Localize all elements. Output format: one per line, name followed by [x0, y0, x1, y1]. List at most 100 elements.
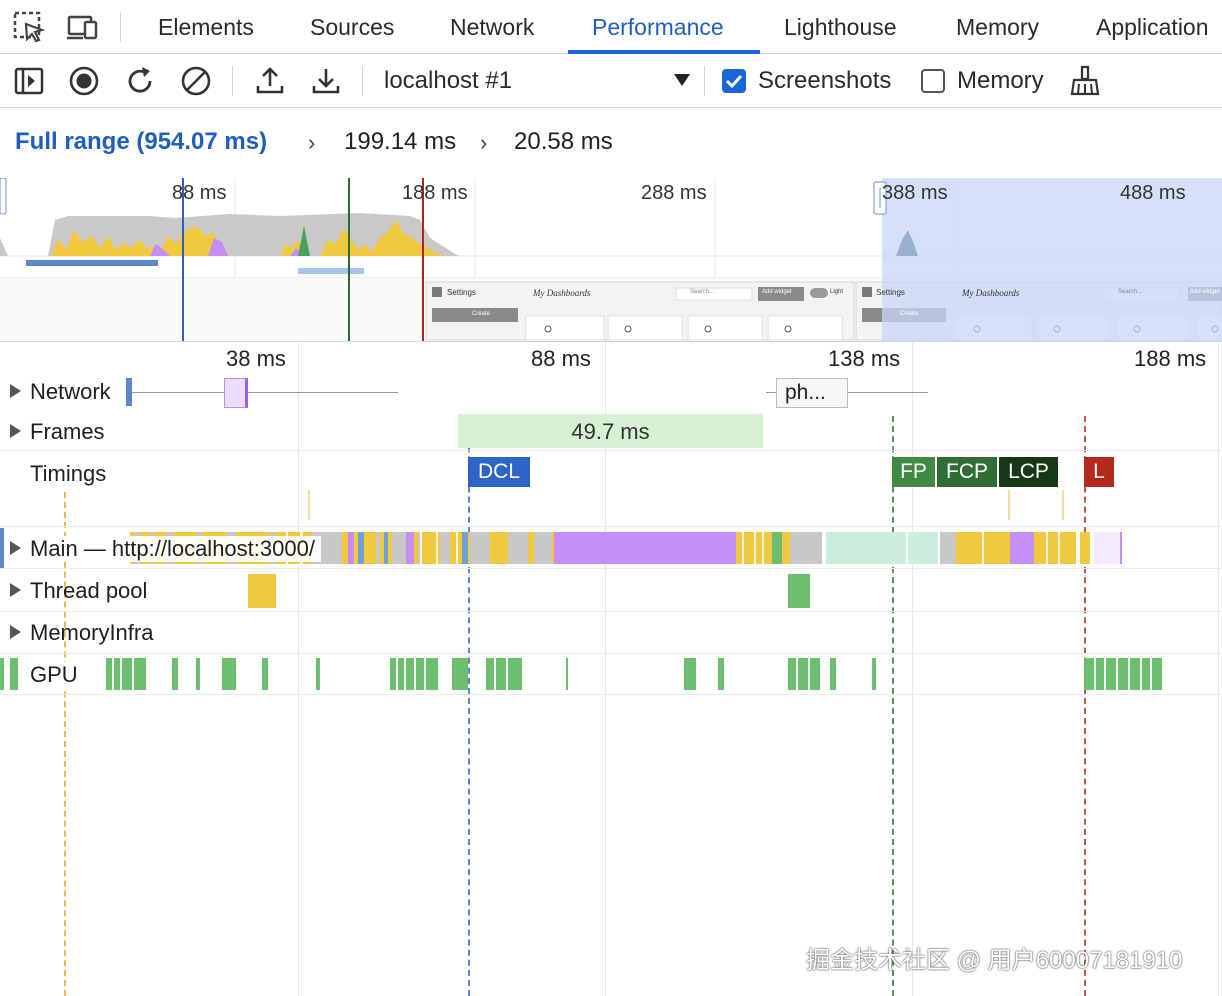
network-request-ph[interactable]: ph... — [776, 378, 848, 408]
row-separator — [0, 611, 1222, 612]
thumb-settings-label: Settings — [447, 288, 476, 297]
ruler-tick: 38 ms — [226, 346, 286, 371]
clear-icon[interactable] — [179, 64, 213, 98]
lcp-marker[interactable]: LCP — [999, 457, 1058, 487]
tab-application[interactable]: Application — [1096, 0, 1209, 54]
timing-tick — [1008, 490, 1010, 520]
tab-performance[interactable]: Performance — [592, 0, 724, 54]
flame-chart[interactable]: 38 ms 88 ms 138 ms 188 ms Network ph... … — [0, 342, 1222, 996]
performance-toolbar: localhost #1 Screenshots Memory — [0, 54, 1222, 108]
thumb-add-widget: Add widget — [1190, 289, 1220, 295]
thumb-heading: My Dashboards — [962, 288, 1020, 298]
toolbar-separator — [362, 66, 363, 96]
tabbar-separator — [120, 12, 121, 42]
screenshots-checkbox[interactable] — [722, 69, 746, 93]
overview-tick: 388 ms — [882, 182, 948, 204]
expand-triangle-icon — [10, 583, 21, 597]
overview-tick: 88 ms — [172, 182, 227, 204]
expand-triangle-icon — [10, 625, 21, 639]
toggle-sidebar-icon[interactable] — [12, 64, 46, 98]
thread-pool-task[interactable] — [248, 574, 276, 608]
row-separator — [0, 526, 1222, 527]
memory-checkbox[interactable] — [921, 69, 945, 93]
thread-pool-track[interactable]: Thread pool — [10, 578, 147, 604]
target-select-value: localhost #1 — [384, 67, 513, 94]
toolbar-separator — [704, 66, 705, 96]
tab-network[interactable]: Network — [450, 0, 534, 54]
target-select[interactable]: localhost #1 — [384, 64, 694, 98]
main-thread-track[interactable]: Main — http://localhost:3000/ — [10, 536, 321, 562]
network-request-label: ph... — [785, 381, 826, 404]
thumb-light: Light — [830, 289, 844, 295]
memory-infra-label: MemoryInfra — [30, 620, 154, 645]
device-toolbar-icon[interactable] — [66, 10, 100, 44]
breadcrumb-range-1[interactable]: 199.14 ms — [344, 128, 456, 156]
dcl-marker[interactable]: DCL — [468, 457, 530, 487]
network-request[interactable] — [224, 378, 248, 408]
reload-record-icon[interactable] — [123, 64, 157, 98]
devtools-tab-bar: Elements Sources Network Performance Lig… — [0, 0, 1222, 54]
ruler-tick: 88 ms — [531, 346, 591, 371]
toolbar-separator — [232, 66, 233, 96]
fcp-marker[interactable]: FCP — [937, 457, 997, 487]
frames-track[interactable]: Frames — [10, 419, 105, 445]
upload-profile-icon[interactable] — [253, 64, 287, 98]
thumb-add-widget: Add widget — [762, 289, 792, 295]
dcl-marker-line — [468, 416, 470, 996]
fp-marker-line — [892, 416, 894, 996]
overview-tick: 288 ms — [641, 182, 707, 204]
inspect-element-icon[interactable] — [12, 10, 46, 44]
watermark-text: 掘金技术社区 @ 用户60007181910 — [806, 947, 1183, 974]
gpu-activity — [0, 658, 1162, 690]
expand-triangle-icon — [10, 424, 21, 438]
thread-pool-label: Thread pool — [30, 578, 148, 603]
load-marker[interactable]: L — [1084, 457, 1114, 487]
thumb-search: Search... — [690, 289, 715, 295]
thumb-search: Search... — [1118, 289, 1143, 295]
memory-label: Memory — [957, 67, 1044, 94]
tab-lighthouse[interactable]: Lighthouse — [784, 0, 897, 54]
expand-triangle-icon — [10, 541, 21, 555]
breadcrumb-range-2[interactable]: 20.58 ms — [514, 128, 613, 156]
thumb-settings-label: Settings — [876, 288, 905, 297]
load-marker-line — [1084, 416, 1086, 996]
row-separator — [0, 653, 1222, 654]
chevron-right-icon: › — [480, 130, 488, 155]
frame-block[interactable]: 49.7 ms — [458, 414, 763, 448]
tab-sources[interactable]: Sources — [310, 0, 394, 54]
timing-tick — [308, 490, 310, 520]
gpu-track-label: GPU — [30, 662, 78, 687]
range-breadcrumb: Full range (954.07 ms) › 199.14 ms › 20.… — [0, 108, 1222, 178]
fp-marker[interactable]: FP — [892, 457, 935, 487]
ruler-tick: 188 ms — [1134, 346, 1207, 371]
tab-elements[interactable]: Elements — [158, 0, 254, 54]
row-separator — [0, 694, 1222, 695]
breadcrumb-full-range[interactable]: Full range (954.07 ms) — [15, 128, 267, 156]
overview-tick: 488 ms — [1120, 182, 1186, 204]
timings-track-label: Timings — [30, 461, 107, 486]
thumb-create: Create — [900, 311, 919, 317]
download-profile-icon[interactable] — [309, 64, 343, 98]
network-request-whisker — [132, 392, 398, 393]
thumb-create: Create — [472, 311, 491, 317]
garbage-collect-broom-icon[interactable] — [1068, 64, 1102, 98]
record-icon[interactable] — [67, 64, 101, 98]
memory-infra-track[interactable]: MemoryInfra — [10, 620, 153, 646]
thumb-heading: My Dashboards — [533, 288, 591, 298]
timeline-overview[interactable]: 88 ms 188 ms 288 ms 388 ms 488 ms Settin… — [0, 178, 1222, 342]
expand-triangle-icon — [10, 384, 21, 398]
timing-tick — [1062, 490, 1064, 520]
caret-down-icon — [674, 74, 690, 86]
tab-memory[interactable]: Memory — [956, 0, 1039, 54]
ruler-tick: 138 ms — [828, 346, 901, 371]
main-thread-label: Main — http://localhost:3000/ — [30, 536, 315, 561]
frame-duration-label: 49.7 ms — [571, 419, 650, 444]
row-separator — [0, 568, 1222, 569]
network-track-label: Network — [30, 379, 111, 404]
row-separator — [0, 450, 1222, 451]
thread-pool-task[interactable] — [788, 574, 810, 608]
frames-track-label: Frames — [30, 419, 105, 444]
gpu-track[interactable]: GPU — [22, 662, 86, 688]
network-track[interactable]: Network — [10, 379, 111, 405]
screenshots-label: Screenshots — [758, 67, 892, 94]
